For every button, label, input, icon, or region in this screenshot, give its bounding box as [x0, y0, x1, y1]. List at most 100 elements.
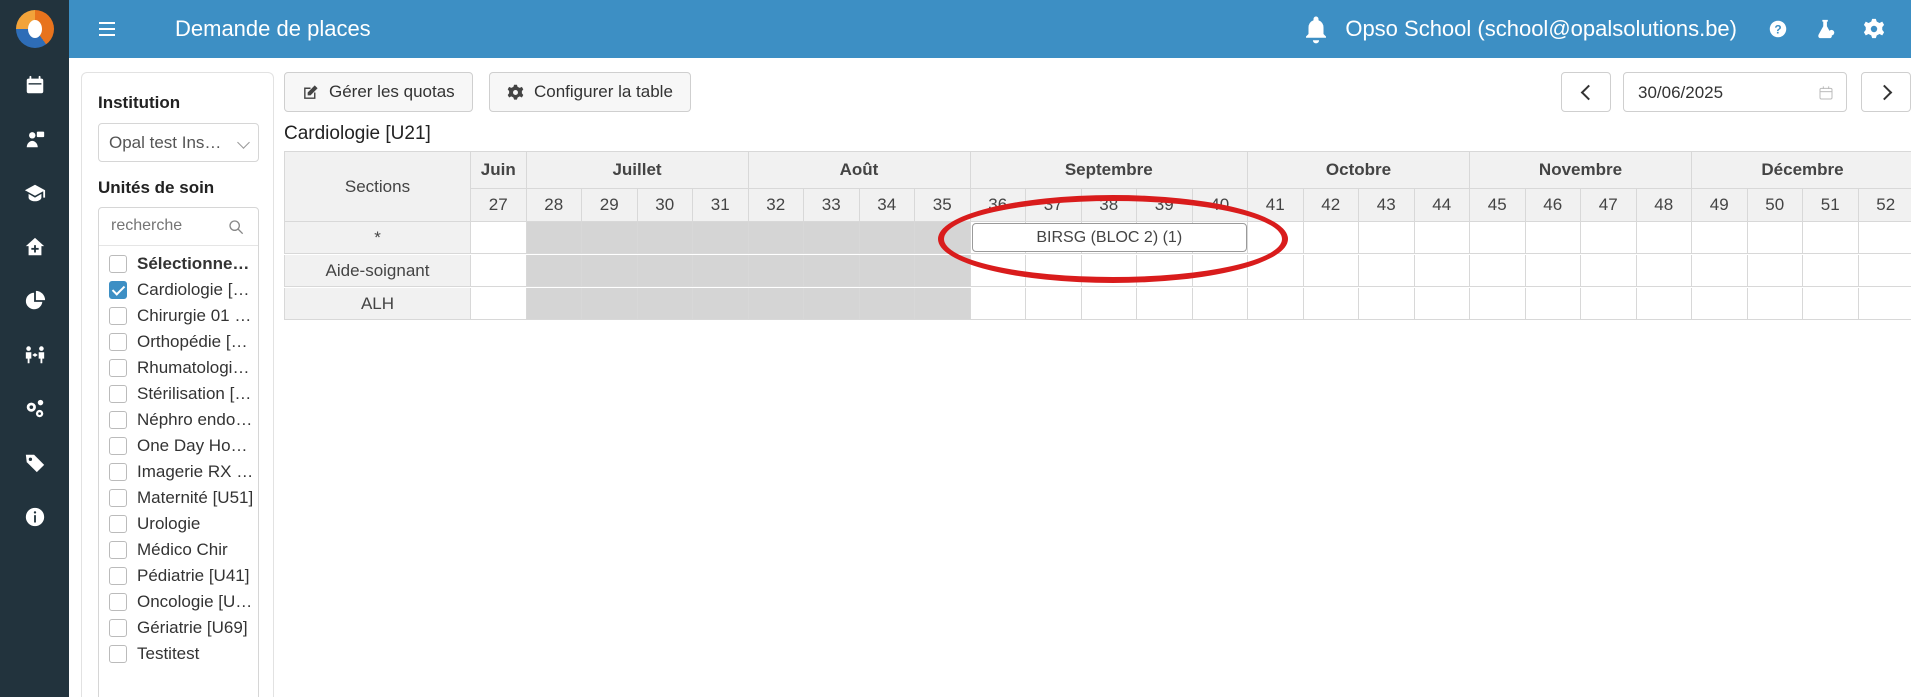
- week-cell[interactable]: [471, 255, 527, 287]
- week-cell[interactable]: [1692, 255, 1748, 287]
- week-cell[interactable]: [1636, 255, 1692, 287]
- unit-item[interactable]: Néphro endocrino: [99, 407, 258, 433]
- week-cell[interactable]: [1192, 288, 1248, 320]
- settings-gear-icon[interactable]: [1863, 18, 1885, 40]
- week-cell[interactable]: [1803, 288, 1859, 320]
- teacher-icon[interactable]: [0, 112, 69, 166]
- week-cell[interactable]: [1636, 222, 1692, 254]
- week-cell[interactable]: [1747, 288, 1803, 320]
- week-cell[interactable]: [1470, 222, 1526, 254]
- unit-item[interactable]: Rhumatologie [U33]: [99, 355, 258, 381]
- institution-select[interactable]: Opal test Ins…: [98, 123, 259, 162]
- unit-checkbox[interactable]: [109, 437, 127, 455]
- week-cell[interactable]: [1303, 255, 1359, 287]
- week-cell[interactable]: [1581, 255, 1637, 287]
- unit-checkbox[interactable]: [109, 411, 127, 429]
- unit-item[interactable]: Cardiologie [U21]: [99, 277, 258, 303]
- unit-checkbox[interactable]: [109, 333, 127, 351]
- unit-item[interactable]: Sélectionner tout: [99, 251, 258, 277]
- unit-checkbox[interactable]: [109, 385, 127, 403]
- week-cell[interactable]: [471, 288, 527, 320]
- week-cell[interactable]: [1525, 288, 1581, 320]
- week-cell[interactable]: [1692, 288, 1748, 320]
- week-cell[interactable]: [1359, 255, 1415, 287]
- unit-checkbox[interactable]: [109, 645, 127, 663]
- unit-checkbox[interactable]: [109, 515, 127, 533]
- unit-item[interactable]: Chirurgie 01 [U31]: [99, 303, 258, 329]
- app-logo[interactable]: [0, 0, 69, 58]
- unit-item[interactable]: Oncologie [U22]: [99, 589, 258, 615]
- week-cell[interactable]: [1470, 255, 1526, 287]
- help-icon[interactable]: ?: [1767, 18, 1789, 40]
- unit-checkbox[interactable]: [109, 567, 127, 585]
- week-cell[interactable]: [1081, 288, 1137, 320]
- unit-item[interactable]: Imagerie RX [U61]: [99, 459, 258, 485]
- unit-item[interactable]: Urologie: [99, 511, 258, 537]
- unit-checkbox[interactable]: [109, 307, 127, 325]
- week-cell[interactable]: [1747, 255, 1803, 287]
- week-cell[interactable]: [1581, 288, 1637, 320]
- info-icon[interactable]: [0, 490, 69, 544]
- week-cell[interactable]: [1525, 255, 1581, 287]
- week-cell[interactable]: [1747, 222, 1803, 254]
- house-medical-icon[interactable]: [0, 220, 69, 274]
- week-cell[interactable]: [471, 222, 527, 254]
- unit-checkbox[interactable]: [109, 593, 127, 611]
- week-cell[interactable]: [1581, 222, 1637, 254]
- week-cell[interactable]: [1137, 288, 1193, 320]
- manage-quotas-button[interactable]: Gérer les quotas: [284, 72, 473, 112]
- week-cell[interactable]: [1414, 222, 1470, 254]
- week-cell[interactable]: [1248, 288, 1304, 320]
- week-cell[interactable]: [1525, 222, 1581, 254]
- user-name[interactable]: Opso School (school@opalsolutions.be): [1345, 16, 1737, 42]
- week-cell[interactable]: [970, 288, 1026, 320]
- flask-user-icon[interactable]: [1815, 18, 1837, 40]
- unit-checkbox[interactable]: [109, 255, 127, 273]
- week-cell[interactable]: [1858, 255, 1911, 287]
- week-cell[interactable]: [1470, 288, 1526, 320]
- week-cell[interactable]: [1803, 222, 1859, 254]
- cogs-icon[interactable]: [0, 382, 69, 436]
- units-search-input[interactable]: [99, 208, 219, 244]
- calendar-icon[interactable]: [0, 58, 69, 112]
- week-cell[interactable]: [1359, 222, 1415, 254]
- date-input[interactable]: 30/06/2025: [1623, 72, 1847, 112]
- month-header: Août: [748, 151, 971, 189]
- unit-item[interactable]: Stérilisation [U34]: [99, 381, 258, 407]
- unit-item[interactable]: Pédiatrie [U41]: [99, 563, 258, 589]
- tags-icon[interactable]: [0, 436, 69, 490]
- week-cell[interactable]: [1858, 288, 1911, 320]
- people-arrows-icon[interactable]: [0, 328, 69, 382]
- unit-item[interactable]: Testitest: [99, 641, 258, 667]
- week-cell[interactable]: [1636, 288, 1692, 320]
- graduation-cap-icon[interactable]: [0, 166, 69, 220]
- unit-checkbox[interactable]: [109, 541, 127, 559]
- bell-icon[interactable]: [1301, 14, 1331, 44]
- unit-checkbox[interactable]: [109, 463, 127, 481]
- unit-checkbox[interactable]: [109, 619, 127, 637]
- week-cell[interactable]: [1803, 255, 1859, 287]
- unit-checkbox[interactable]: [109, 489, 127, 507]
- next-date-button[interactable]: [1861, 72, 1911, 112]
- unit-item[interactable]: Médico Chir: [99, 537, 258, 563]
- week-cell[interactable]: [1414, 288, 1470, 320]
- unit-checkbox[interactable]: [109, 359, 127, 377]
- unit-item[interactable]: Orthopédie [U32]: [99, 329, 258, 355]
- unit-item[interactable]: Gériatrie [U69]: [99, 615, 258, 641]
- configure-table-button[interactable]: Configurer la table: [489, 72, 691, 112]
- week-cell[interactable]: [1303, 288, 1359, 320]
- week-cell[interactable]: [1414, 255, 1470, 287]
- calendar-small-icon[interactable]: [1818, 85, 1834, 101]
- hamburger-menu-icon[interactable]: [99, 22, 127, 36]
- week-cell[interactable]: [1303, 222, 1359, 254]
- week-cell[interactable]: [1858, 222, 1911, 254]
- week-cell[interactable]: [1692, 222, 1748, 254]
- unit-checkbox[interactable]: [109, 281, 127, 299]
- week-cell[interactable]: [1026, 288, 1082, 320]
- unit-item[interactable]: One Day Hospital: [99, 433, 258, 459]
- pie-chart-icon[interactable]: [0, 274, 69, 328]
- previous-date-button[interactable]: [1561, 72, 1611, 112]
- week-cell[interactable]: [1359, 288, 1415, 320]
- search-icon[interactable]: [228, 219, 244, 235]
- unit-item[interactable]: Maternité [U51]: [99, 485, 258, 511]
